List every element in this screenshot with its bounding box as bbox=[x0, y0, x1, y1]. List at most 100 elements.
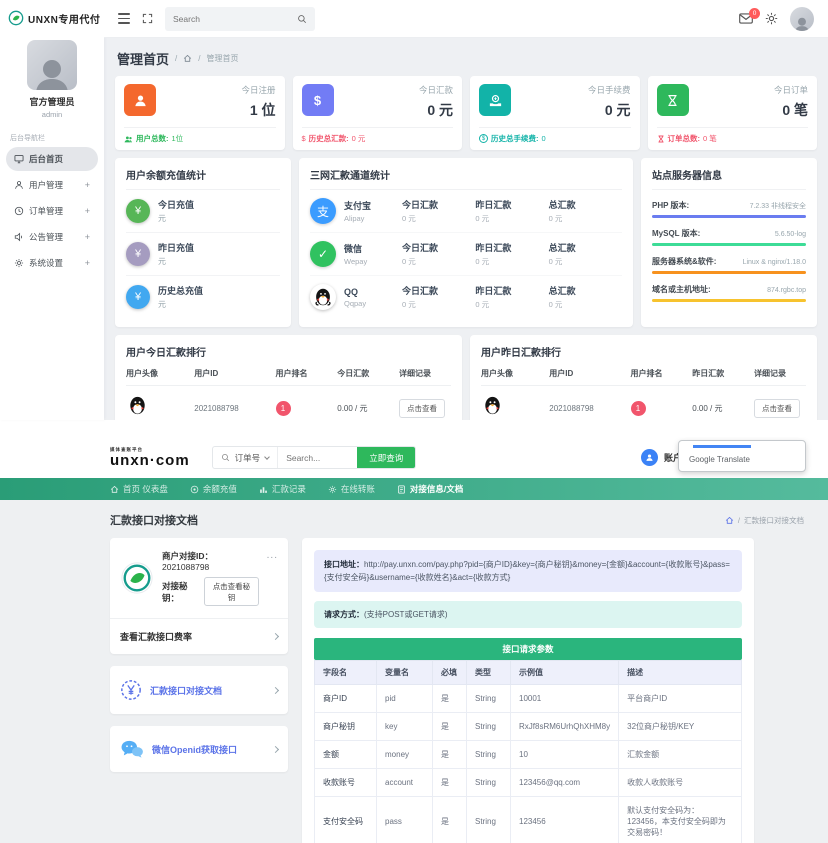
search-category-value: 订单号 bbox=[235, 452, 261, 464]
rate-link[interactable]: 查看汇款接口费率 bbox=[110, 618, 288, 654]
channel-sub: Qqpay bbox=[344, 299, 402, 308]
cell: 123456@qq.com bbox=[511, 769, 619, 797]
topbar-avatar[interactable] bbox=[790, 7, 814, 31]
col-header: 用户头像 bbox=[481, 368, 549, 379]
logo-name: unxn·com bbox=[110, 453, 190, 468]
table-row: 金额money是String10汇款金额 bbox=[315, 741, 742, 769]
wechat-icon: ✓ bbox=[310, 241, 336, 267]
view-details-button[interactable]: 点击查看 bbox=[399, 399, 445, 418]
channel-value: 0 元 bbox=[475, 299, 548, 310]
yen-icon: ¥ bbox=[126, 199, 150, 223]
col-header: 用户头像 bbox=[126, 368, 194, 379]
coin-deposit-icon bbox=[479, 84, 511, 116]
expand-icon[interactable]: + bbox=[85, 232, 90, 242]
expand-icon[interactable]: + bbox=[85, 206, 90, 216]
expand-icon[interactable]: + bbox=[85, 258, 90, 268]
nav-item-docs[interactable]: 对接信息/文档 bbox=[397, 483, 463, 495]
sidebar-item-orders[interactable]: 订单管理 + bbox=[6, 199, 98, 223]
fullscreen-icon[interactable] bbox=[142, 13, 153, 24]
stat-footer: 用户总数: 1位 bbox=[124, 127, 276, 144]
search-icon[interactable] bbox=[297, 14, 307, 24]
doc-link-card[interactable]: 汇款接口对接文档 bbox=[110, 666, 288, 714]
admin-avatar[interactable] bbox=[27, 40, 77, 90]
admin-user-name: 官方管理员 bbox=[6, 95, 98, 108]
yen-icon: ¥ bbox=[126, 242, 150, 266]
admin-dashboard: UNXN专用代付 官方管理员 admin 后台导航栏 后台首页 用户管理 + bbox=[0, 0, 828, 420]
rank-badge: 1 bbox=[276, 401, 291, 416]
panel-title: 用户今日汇款排行 bbox=[126, 344, 451, 359]
recharge-stats-panel: 用户余额充值统计 ¥ 今日充值 元 ¥ 昨日充值 元 ¥ bbox=[115, 158, 291, 327]
cell: 默认支付安全码为：123456，本支付安全码即为交易密码！ bbox=[619, 797, 742, 843]
server-value: Linux & nginx/1.18.0 bbox=[743, 259, 806, 266]
sidebar-item-home[interactable]: 后台首页 bbox=[6, 147, 98, 171]
sidebar-item-announcements[interactable]: 公告管理 + bbox=[6, 225, 98, 249]
expand-icon[interactable]: + bbox=[85, 180, 90, 190]
chevron-down-icon bbox=[264, 454, 270, 460]
wechat-bubbles-icon bbox=[120, 739, 144, 759]
col-header: 字段名 bbox=[315, 661, 377, 685]
hamburger-menu-icon[interactable] bbox=[118, 13, 130, 23]
cell: 32位商户秘钥/KEY bbox=[619, 713, 742, 741]
col-header: 用户排名 bbox=[276, 368, 338, 379]
api-url-label: 接口地址： bbox=[324, 560, 364, 569]
channel-value: 0 元 bbox=[475, 256, 548, 267]
user-id: 2021088798 bbox=[194, 404, 275, 413]
cell: RxJf8sRM6UrhQhXHM8y bbox=[511, 713, 619, 741]
col-header: 示例值 bbox=[511, 661, 619, 685]
sidebar-item-users[interactable]: 用户管理 + bbox=[6, 173, 98, 197]
google-translate-popup[interactable]: Google Translate bbox=[678, 440, 806, 472]
recharge-label: 今日充值 bbox=[158, 198, 194, 211]
search-submit-button[interactable]: 立即查询 bbox=[357, 446, 415, 469]
amount: 0.00 / 元 bbox=[692, 403, 754, 414]
nav-item-home[interactable]: 首页 仪表盘 bbox=[110, 483, 168, 495]
recharge-row-yesterday: ¥ 昨日充值 元 bbox=[126, 233, 280, 276]
channel-stats-panel: 三网汇款通道统计 支 支付宝Alipay 今日汇款0 元 昨日汇款0 元 总汇款… bbox=[299, 158, 633, 327]
recharge-row-total: ¥ 历史总充值 元 bbox=[126, 276, 280, 318]
merchant-card: 商户对接ID：2021088798 对接秘钥： 点击查看秘钥 ... 查看汇款接… bbox=[110, 538, 288, 654]
server-value: 5.6.50-log bbox=[775, 231, 806, 238]
home-icon[interactable] bbox=[183, 54, 192, 63]
stat-footer-value: 1位 bbox=[172, 133, 184, 144]
sidebar-menu: 后台首页 用户管理 + 订单管理 + 公告管理 + bbox=[6, 147, 98, 275]
cell: 收款人收款账号 bbox=[619, 769, 742, 797]
cell: 10 bbox=[511, 741, 619, 769]
stat-footer-value: 0 笔 bbox=[703, 133, 717, 144]
nav-item-recharge[interactable]: 余额充值 bbox=[190, 483, 237, 495]
admin-search-input[interactable] bbox=[173, 14, 291, 24]
channel-value: 0 元 bbox=[549, 299, 622, 310]
user-icon bbox=[124, 84, 156, 116]
home-icon[interactable] bbox=[725, 516, 734, 525]
openid-link-card[interactable]: 微信Openid获取接口 bbox=[110, 726, 288, 772]
cell: 商户ID bbox=[315, 685, 377, 713]
dashboard-panels: 用户余额充值统计 ¥ 今日充值 元 ¥ 昨日充值 元 ¥ bbox=[115, 158, 817, 327]
admin-brand[interactable]: UNXN专用代付 bbox=[6, 8, 98, 36]
cell: String bbox=[467, 797, 511, 843]
panel-title: 三网汇款通道统计 bbox=[310, 167, 622, 190]
nav-item-transfer[interactable]: 在线转账 bbox=[328, 483, 375, 495]
channel-name: 支付宝 bbox=[344, 199, 402, 212]
view-key-button[interactable]: 点击查看秘钥 bbox=[204, 577, 258, 606]
recharge-row-today: ¥ 今日充值 元 bbox=[126, 190, 280, 233]
doc-link-label: 汇款接口对接文档 bbox=[150, 684, 265, 697]
cell: 商户秘钥 bbox=[315, 713, 377, 741]
settings-gear-icon[interactable] bbox=[765, 12, 778, 25]
channel-col-label: 昨日汇款 bbox=[475, 241, 548, 254]
admin-sidebar: UNXN专用代付 官方管理员 admin 后台导航栏 后台首页 用户管理 + bbox=[0, 0, 104, 420]
channel-value: 0 元 bbox=[402, 299, 475, 310]
sidebar-item-settings[interactable]: 系统设置 + bbox=[6, 251, 98, 275]
page: UNXN专用代付 官方管理员 admin 后台导航栏 后台首页 用户管理 + bbox=[0, 0, 828, 843]
site-search-input[interactable] bbox=[277, 447, 357, 468]
chevron-right-icon bbox=[272, 745, 279, 752]
mail-icon[interactable]: 0 bbox=[739, 13, 753, 24]
view-details-button[interactable]: 点击查看 bbox=[754, 399, 800, 418]
stat-value: 1 位 bbox=[241, 100, 275, 120]
more-button[interactable]: ... bbox=[267, 550, 278, 561]
site-logo[interactable]: 媒体查账平台 unxn·com bbox=[110, 447, 190, 468]
doc-breadcrumb: / 汇款接口对接文档 bbox=[725, 515, 804, 526]
search-category-select[interactable]: 订单号 bbox=[213, 452, 278, 464]
nav-label: 汇款记录 bbox=[272, 483, 306, 495]
recharge-label: 历史总充值 bbox=[158, 284, 203, 297]
recharge-value: 元 bbox=[158, 256, 194, 267]
cell: 汇款金额 bbox=[619, 741, 742, 769]
nav-item-records[interactable]: 汇款记录 bbox=[259, 483, 306, 495]
